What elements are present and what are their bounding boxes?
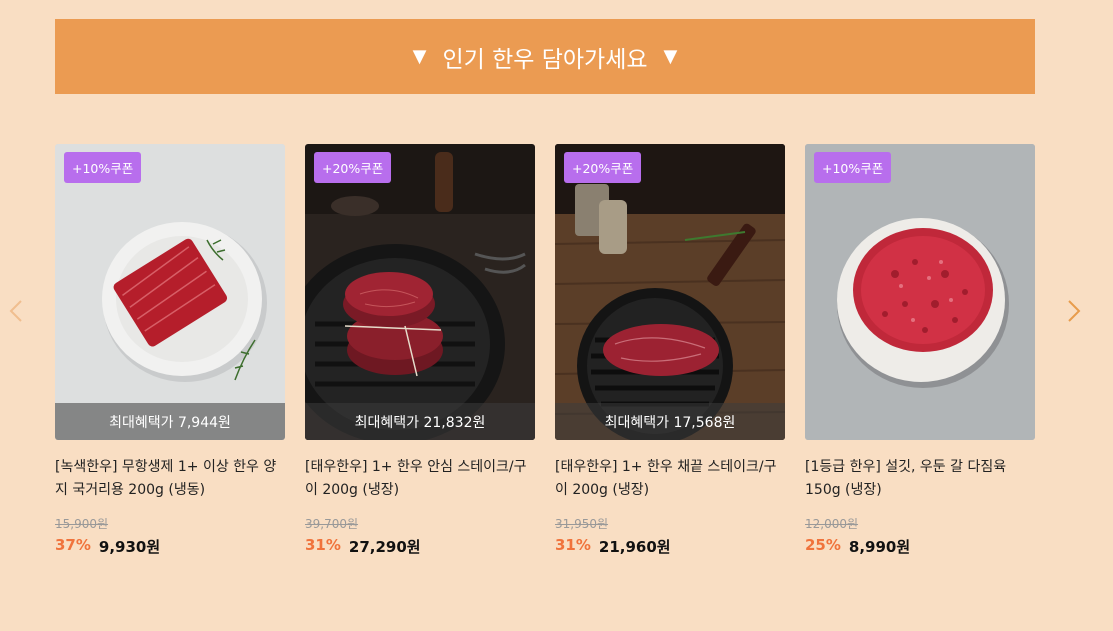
coupon-badge: +20%쿠폰 bbox=[564, 152, 642, 183]
tenderloin-steak-photo bbox=[305, 144, 535, 440]
product-name[interactable]: [태우한우] 1+ 한우 안심 스테이크/구이 200g (냉장) bbox=[305, 456, 535, 502]
price-line: 31% 21,960원 bbox=[555, 536, 785, 557]
ground-beef-photo bbox=[805, 144, 1035, 440]
price-line: 31% 27,290원 bbox=[305, 536, 535, 557]
product-image[interactable]: +20%쿠폰 최대혜택가 21,832원 bbox=[305, 144, 535, 440]
chevron-left-icon bbox=[9, 300, 22, 322]
product-card[interactable]: +10%쿠폰 [1등급 한우] 설깃, 우둔 갈 다짐육 150g (냉장) 1… bbox=[805, 144, 1035, 557]
discount-rate: 25% bbox=[805, 536, 841, 554]
sale-price: 9,930원 bbox=[98, 538, 161, 556]
carousel-prev-button[interactable] bbox=[4, 296, 28, 326]
down-triangle-icon: ▼ bbox=[663, 46, 678, 67]
product-name[interactable]: [태우한우] 1+ 한우 채끝 스테이크/구이 200g (냉장) bbox=[555, 456, 785, 502]
sale-price: 21,960원 bbox=[598, 538, 671, 556]
product-name[interactable]: [녹색한우] 무항생제 1+ 이상 한우 양지 국거리용 200g (냉동) bbox=[55, 456, 285, 502]
original-price: 39,700원 bbox=[305, 517, 359, 531]
discount-rate: 31% bbox=[305, 536, 341, 554]
coupon-badge: +10%쿠폰 bbox=[814, 152, 892, 183]
section-title: 인기 한우 담아가세요 bbox=[442, 46, 648, 73]
beef-brisket-photo bbox=[55, 144, 285, 440]
price-line: 37% 9,930원 bbox=[55, 536, 285, 557]
section-banner: ▼ 인기 한우 담아가세요 ▼ bbox=[55, 19, 1035, 94]
coupon-badge: +10%쿠폰 bbox=[64, 152, 142, 183]
original-price: 31,950원 bbox=[555, 517, 609, 531]
product-card[interactable]: +20%쿠폰 최대혜택가 21,832원 [태우한우] 1+ 한우 안심 스테이… bbox=[305, 144, 535, 557]
product-image[interactable]: +20%쿠폰 최대혜택가 17,568원 bbox=[555, 144, 785, 440]
max-benefit-price: 최대혜택가 17,568원 bbox=[555, 403, 785, 440]
max-benefit-price: 최대혜택가 7,944원 bbox=[55, 403, 285, 440]
chevron-right-icon bbox=[1068, 300, 1081, 322]
striploin-steak-photo bbox=[555, 144, 785, 440]
product-name[interactable]: [1등급 한우] 설깃, 우둔 갈 다짐육 150g (냉장) bbox=[805, 456, 1035, 502]
product-image[interactable]: +10%쿠폰 최대혜택가 7,944원 bbox=[55, 144, 285, 440]
product-image[interactable]: +10%쿠폰 bbox=[805, 144, 1035, 440]
discount-rate: 37% bbox=[55, 536, 91, 554]
down-triangle-icon: ▼ bbox=[412, 46, 427, 67]
product-carousel: +10%쿠폰 최대혜택가 7,944원 [녹색한우] 무항생제 1+ 이상 한우… bbox=[55, 144, 1035, 564]
coupon-badge: +20%쿠폰 bbox=[314, 152, 392, 183]
original-price: 12,000원 bbox=[805, 517, 859, 531]
max-benefit-price: 최대혜택가 21,832원 bbox=[305, 403, 535, 440]
sale-price: 27,290원 bbox=[348, 538, 421, 556]
price-line: 25% 8,990원 bbox=[805, 536, 1035, 557]
sale-price: 8,990원 bbox=[848, 538, 911, 556]
product-card[interactable]: +20%쿠폰 최대혜택가 17,568원 [태우한우] 1+ 한우 채끝 스테이… bbox=[555, 144, 785, 557]
product-card[interactable]: +10%쿠폰 최대혜택가 7,944원 [녹색한우] 무항생제 1+ 이상 한우… bbox=[55, 144, 285, 557]
discount-rate: 31% bbox=[555, 536, 591, 554]
carousel-next-button[interactable] bbox=[1062, 296, 1086, 326]
original-price: 15,900원 bbox=[55, 517, 109, 531]
